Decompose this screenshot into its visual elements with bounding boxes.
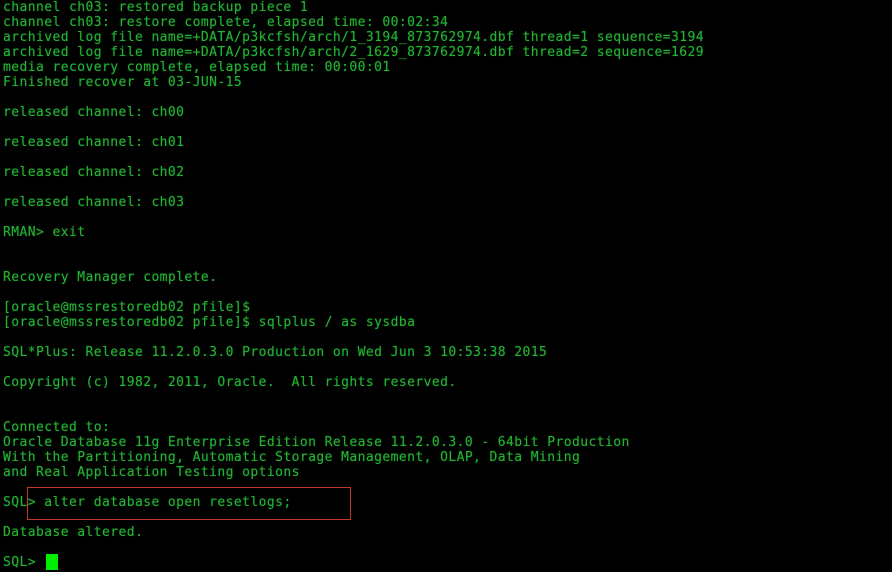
terminal-line: released channel: ch02 <box>3 165 185 180</box>
terminal-line: and Real Application Testing options <box>3 465 300 480</box>
terminal-line: [oracle@mssrestoredb02 pfile]$ <box>3 300 251 315</box>
terminal-line: released channel: ch00 <box>3 105 185 120</box>
terminal-line: Oracle Database 11g Enterprise Edition R… <box>3 435 630 450</box>
terminal-line: SQL> alter database open resetlogs; <box>3 495 292 510</box>
terminal-line: Recovery Manager complete. <box>3 270 218 285</box>
text-cursor <box>46 554 58 570</box>
terminal-line: Finished recover at 03-JUN-15 <box>3 75 243 90</box>
terminal-line: released channel: ch01 <box>3 135 185 150</box>
terminal-line: archived log file name=+DATA/p3kcfsh/arc… <box>3 45 704 60</box>
terminal-line: released channel: ch03 <box>3 195 185 210</box>
terminal-window[interactable]: channel ch03: restored backup piece 1 cha… <box>0 0 892 572</box>
terminal-line: Database altered. <box>3 525 144 540</box>
terminal-line: archived log file name=+DATA/p3kcfsh/arc… <box>3 30 704 45</box>
terminal-line: channel ch03: restore complete, elapsed … <box>3 15 449 30</box>
terminal-line: [oracle@mssrestoredb02 pfile]$ sqlplus /… <box>3 315 416 330</box>
terminal-line: With the Partitioning, Automatic Storage… <box>3 450 581 465</box>
terminal-line: media recovery complete, elapsed time: 0… <box>3 60 391 75</box>
terminal-line: SQL*Plus: Release 11.2.0.3.0 Production … <box>3 345 548 360</box>
terminal-line: Copyright (c) 1982, 2011, Oracle. All ri… <box>3 375 457 390</box>
terminal-line: Connected to: <box>3 420 111 435</box>
terminal-line: SQL> <box>3 555 45 570</box>
terminal-output: channel ch03: restored backup piece 1 cha… <box>3 0 892 570</box>
terminal-line: RMAN> exit <box>3 225 86 240</box>
terminal-line: channel ch03: restored backup piece 1 <box>3 0 309 15</box>
